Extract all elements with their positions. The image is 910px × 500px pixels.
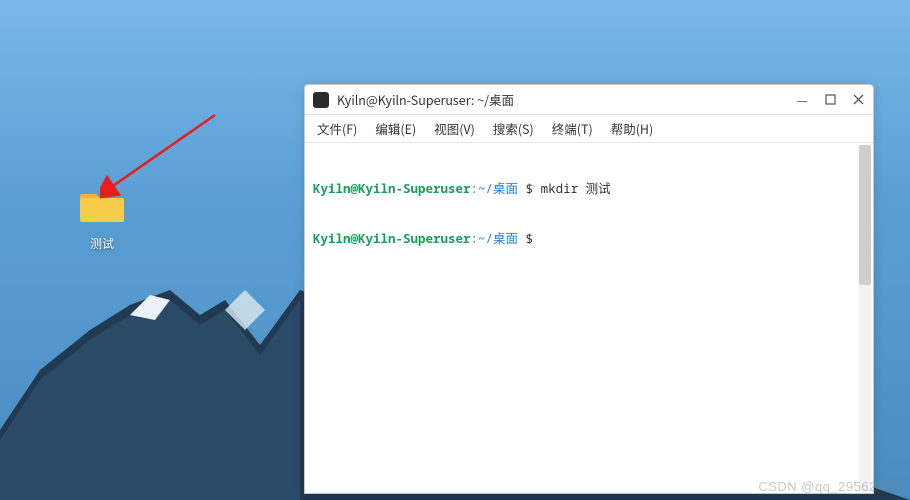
menu-search[interactable]: 搜索(S) — [491, 117, 536, 140]
terminal-window: Kyiln@Kyiln-Superuser: ~/桌面 — 文件(F) 编辑(E… — [304, 84, 874, 494]
window-titlebar[interactable]: Kyiln@Kyiln-Superuser: ~/桌面 — — [305, 85, 873, 115]
menu-help[interactable]: 帮助(H) — [609, 117, 656, 140]
window-title: Kyiln@Kyiln-Superuser: ~/桌面 — [337, 90, 795, 109]
maximize-button[interactable] — [823, 93, 837, 107]
minimize-button[interactable]: — — [795, 93, 809, 107]
terminal-body[interactable]: Kyiln@Kyiln-Superuser:~/桌面 $ mkdir 测试 Ky… — [305, 143, 873, 493]
menu-file[interactable]: 文件(F) — [315, 117, 359, 140]
folder-icon — [80, 188, 124, 224]
scrollbar-thumb[interactable] — [859, 145, 871, 285]
menu-view[interactable]: 视图(V) — [432, 117, 477, 140]
close-button[interactable] — [851, 93, 865, 107]
annotation-arrow-left — [100, 110, 220, 200]
menubar: 文件(F) 编辑(E) 视图(V) 搜索(S) 终端(T) 帮助(H) — [305, 115, 873, 143]
app-icon — [313, 92, 329, 108]
terminal-line: Kyiln@Kyiln-Superuser:~/桌面 $ mkdir 测试 — [313, 181, 865, 198]
menu-edit[interactable]: 编辑(E) — [373, 117, 418, 140]
desktop-folder[interactable]: 测试 — [74, 188, 130, 252]
terminal-line: Kyiln@Kyiln-Superuser:~/桌面 $ — [313, 231, 865, 248]
menu-terminal[interactable]: 终端(T) — [550, 117, 595, 140]
desktop-folder-label: 测试 — [74, 235, 130, 252]
